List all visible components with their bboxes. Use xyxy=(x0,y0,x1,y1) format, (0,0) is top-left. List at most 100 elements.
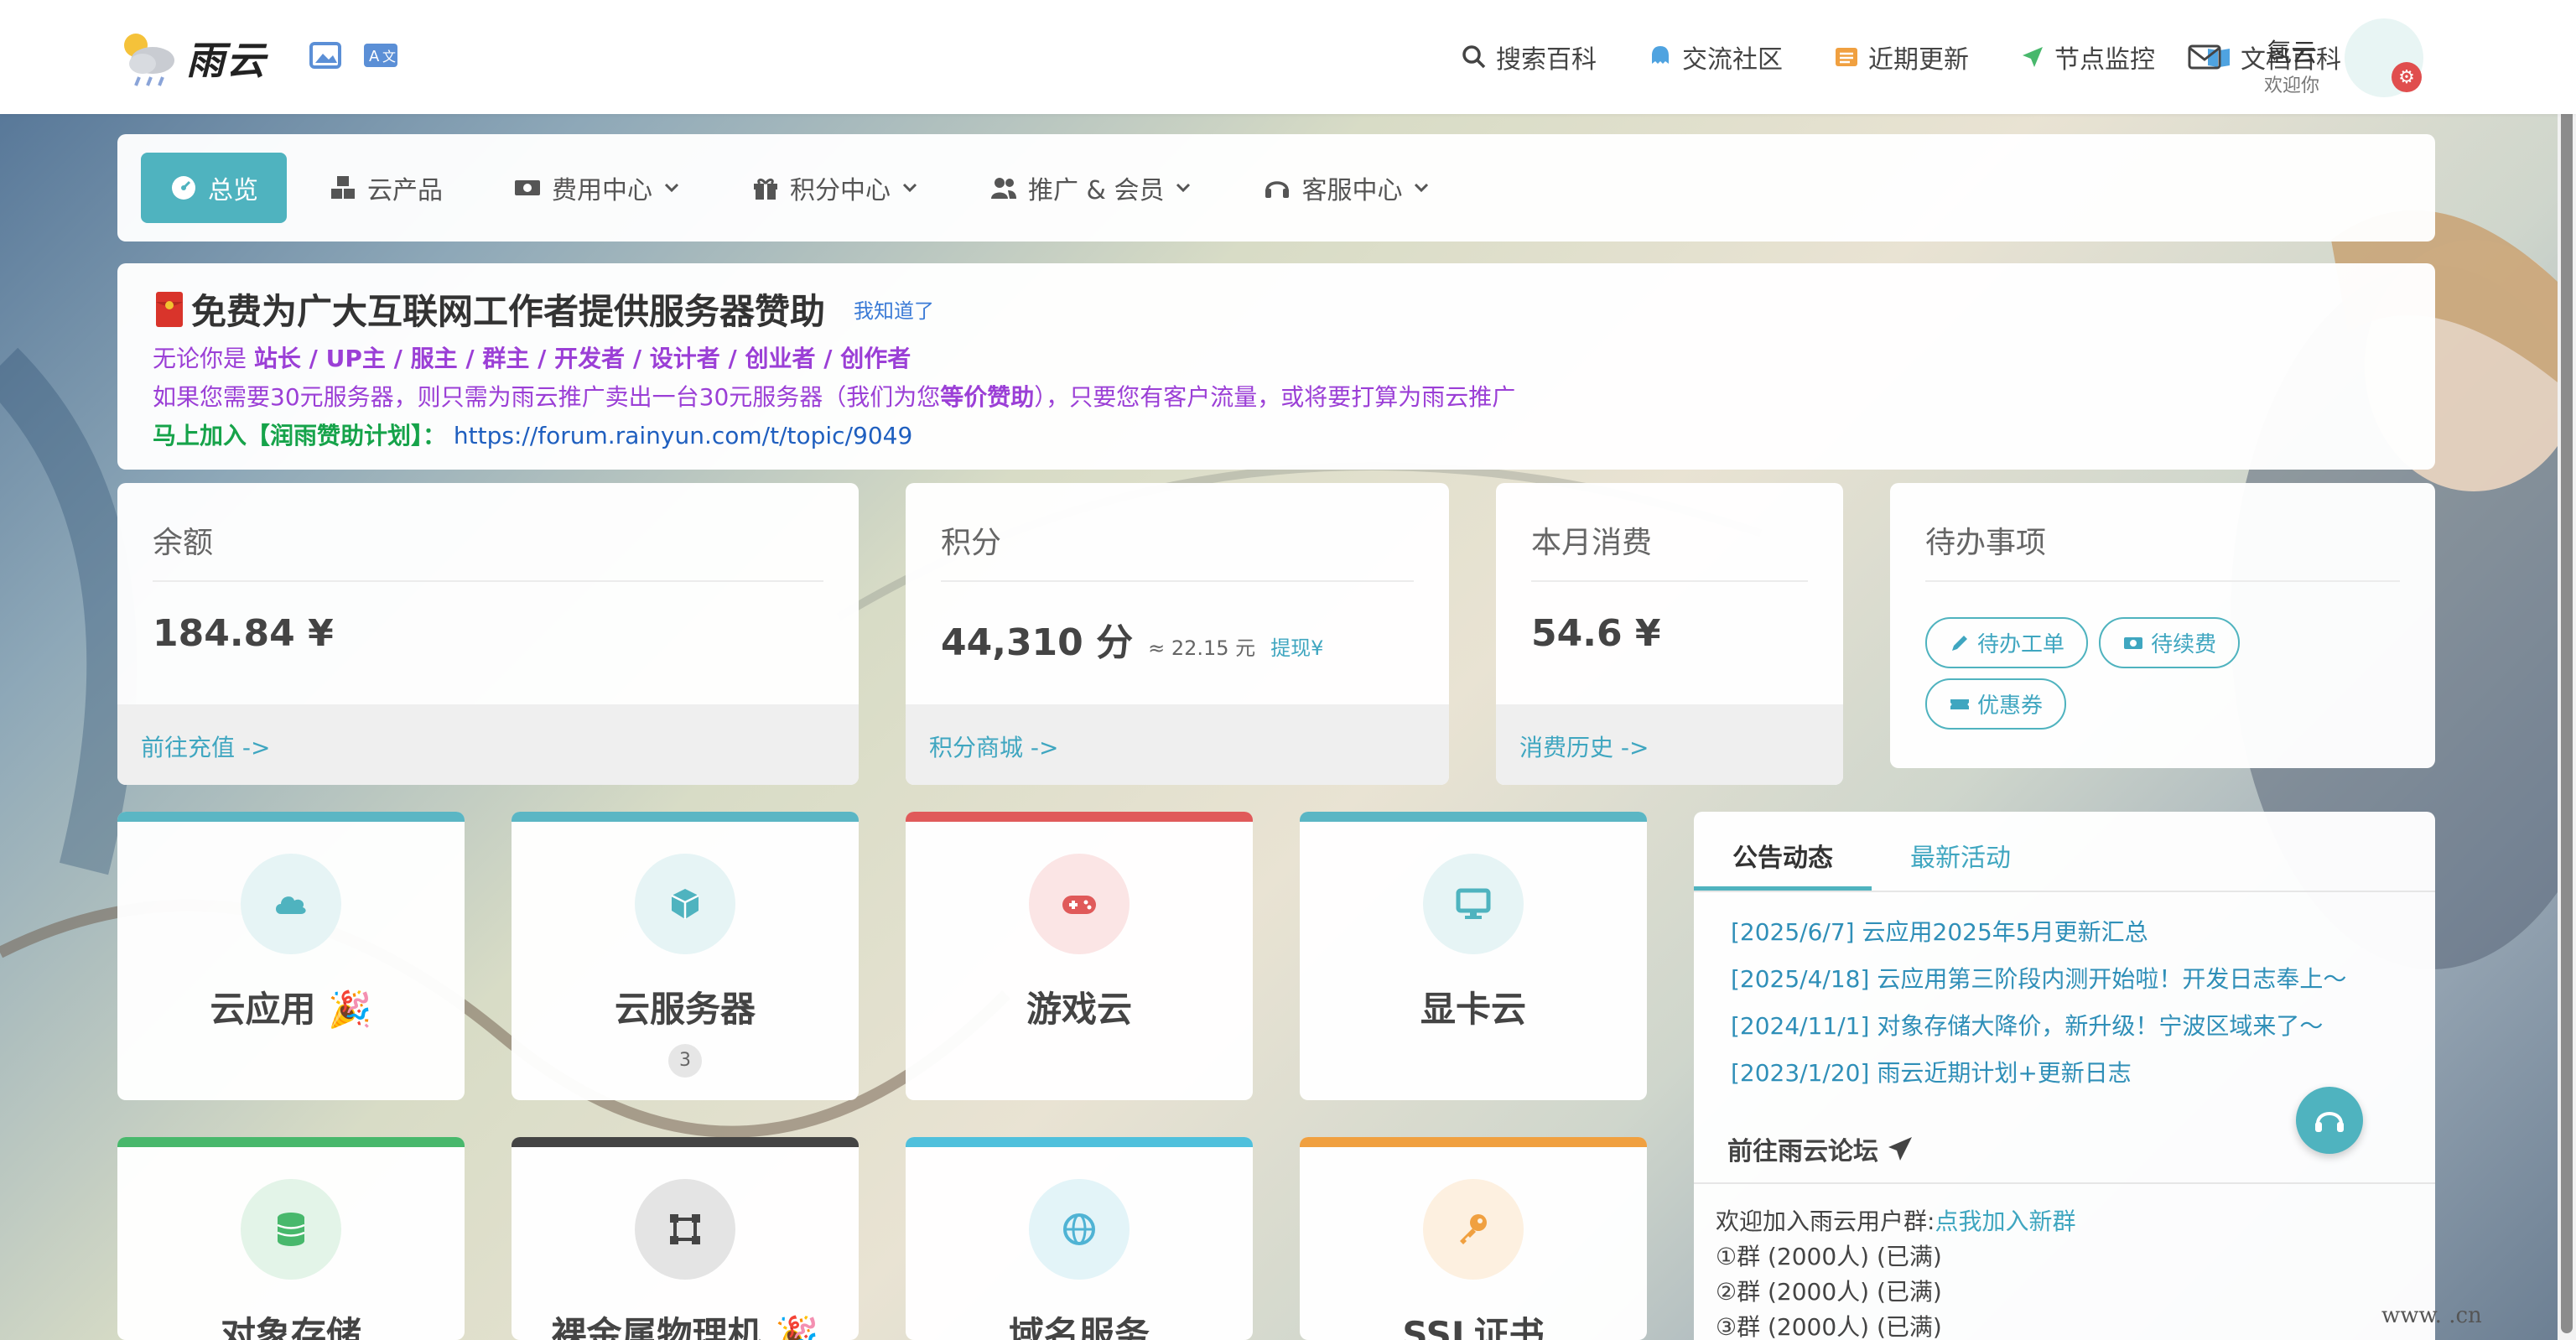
notice-join-link[interactable]: https://forum.rainyun.com/t/topic/9049 xyxy=(454,422,912,449)
tile-label: 显卡云 xyxy=(1420,989,1526,1030)
forum-link-label: 前往雨云论坛 xyxy=(1727,1137,1878,1166)
todo-renewal-button[interactable]: 待续费 xyxy=(2099,617,2241,668)
todo-pills: 待办工单 待续费 优惠券 xyxy=(1890,582,2435,740)
menu-promotion[interactable]: 推广 & 会员 xyxy=(961,153,1221,223)
gift-icon xyxy=(754,178,777,200)
tile-object-storage[interactable]: 对象存储 xyxy=(117,1137,465,1340)
group-item: ②群 (2000人) (已满) xyxy=(1716,1278,1942,1306)
tab-announcements[interactable]: 公告动态 xyxy=(1694,812,1872,891)
topnav-community[interactable]: 交流社区 xyxy=(1647,39,1783,75)
frame-icon xyxy=(635,1179,735,1280)
points-card: 积分 44,310 分 ≈ 22.15 元 提现¥ 积分商城 -> xyxy=(906,483,1449,785)
tile-game-cloud[interactable]: 游戏云 xyxy=(906,812,1253,1100)
notice-description: 如果您需要30元服务器，则只需为雨云推广卖出一台30元服务器（我们为您等价赞助）… xyxy=(153,383,2400,412)
menu-support[interactable]: 客服中心 xyxy=(1234,153,1459,223)
tile-accent xyxy=(512,812,859,822)
points-amount: 44,310 分 xyxy=(941,621,1134,664)
tile-cloud-server[interactable]: 云服务器 3 xyxy=(512,812,859,1100)
topnav-updates[interactable]: 近期更新 xyxy=(1833,39,1969,75)
paper-plane-icon xyxy=(1888,1137,1912,1161)
scrollbar-thumb[interactable] xyxy=(2561,25,2573,1333)
topnav-label: 搜索百科 xyxy=(1496,45,1597,75)
sponsor-notice: 免费为广大互联网工作者提供服务器赞助 我知道了 无论你是 站长 / UP主 / … xyxy=(117,263,2435,470)
menu-label: 推广 & 会员 xyxy=(1028,176,1165,205)
todo-coupon-button[interactable]: 优惠券 xyxy=(1925,678,2067,730)
notice-roles: 站长 / UP主 / 服主 / 群主 / 开发者 / 设计者 / 创业者 / 创… xyxy=(253,345,911,372)
news-item[interactable]: [2025/4/18] 云应用第三阶段内测开始啦！开发日志奉上～ xyxy=(1731,956,2398,1003)
todo-tickets-button[interactable]: 待办工单 xyxy=(1925,617,2089,668)
tile-accent xyxy=(512,1137,859,1147)
news-item[interactable]: [2025/6/7] 云应用2025年5月更新汇总 xyxy=(1731,909,2398,956)
translate-icon[interactable]: A文 xyxy=(362,40,399,70)
cubes-icon xyxy=(331,176,355,199)
card-title: 本月消费 xyxy=(1531,526,1653,560)
notice-ack-link[interactable]: 我知道了 xyxy=(854,294,934,324)
tile-label: 域名服务 xyxy=(1008,1314,1150,1340)
menu-label: 客服中心 xyxy=(1301,176,1403,205)
notice-roles-line: 无论你是 站长 / UP主 / 服主 / 群主 / 开发者 / 设计者 / 创业… xyxy=(153,345,2400,373)
box-icon xyxy=(635,854,735,954)
topnav-search[interactable]: 搜索百科 xyxy=(1461,39,1597,75)
menu-billing[interactable]: 费用中心 xyxy=(485,153,709,223)
tile-domain[interactable]: 域名服务 xyxy=(906,1137,1253,1340)
topnav-monitor[interactable]: 节点监控 xyxy=(2019,39,2155,75)
monthly-amount: 54.6 ¥ xyxy=(1531,612,1661,655)
tab-activities[interactable]: 最新活动 xyxy=(1872,812,2049,891)
notice-join-label: 马上加入【润雨赞助计划】： xyxy=(153,422,447,449)
menu-overview[interactable]: 总览 xyxy=(141,153,287,223)
news-item[interactable]: [2023/1/20] 雨云近期计划+更新日志 xyxy=(1731,1050,2398,1097)
tile-label: 游戏云 xyxy=(1026,989,1132,1030)
main-menu: 总览 云产品 费用中心 积分中心 推广 & 会员 客服中心 xyxy=(117,134,2435,242)
watermark: www. .cn xyxy=(2381,1303,2482,1328)
brand-logo[interactable]: 雨云 xyxy=(117,27,267,89)
tile-label: 云应用 🎉 xyxy=(117,981,465,1032)
menu-label: 费用中心 xyxy=(552,176,652,205)
cloud-icon xyxy=(241,854,341,954)
tile-gpu-cloud[interactable]: 显卡云 xyxy=(1300,812,1647,1100)
group-intro-line: 欢迎加入雨云用户群:点我加入新群 xyxy=(1716,1204,2413,1239)
headset-icon xyxy=(1265,181,1290,198)
user-groups: 欢迎加入雨云用户群:点我加入新群 ①群 (2000人) (已满) ②群 (200… xyxy=(1694,1184,2435,1340)
key-icon xyxy=(1423,1179,1524,1280)
svg-text:文: 文 xyxy=(382,49,396,65)
tile-bare-metal[interactable]: 裸金属物理机 🎉 xyxy=(512,1137,859,1340)
settings-gear-icon[interactable]: ⚙ xyxy=(2392,62,2422,92)
chat-bubble-icon xyxy=(1652,46,1669,64)
tile-accent xyxy=(1300,1137,1647,1147)
mail-button[interactable] xyxy=(2187,42,2222,72)
spend-history-link[interactable]: 消费历史 -> xyxy=(1496,704,1843,785)
news-item[interactable]: [2024/11/1] 对象存储大降价，新升级！宁波区域来了～ xyxy=(1731,1003,2398,1050)
points-mall-link[interactable]: 积分商城 -> xyxy=(906,704,1449,785)
tile-label-text: 裸金属物理机 xyxy=(551,1314,763,1340)
tile-accent xyxy=(906,812,1253,822)
group-item: ③群 (2000人) (已满) xyxy=(1716,1313,1942,1340)
money-bill-icon xyxy=(2124,636,2143,649)
card-title: 积分 xyxy=(941,526,1002,560)
support-chat-button[interactable] xyxy=(2296,1087,2363,1154)
pill-label: 待续费 xyxy=(2151,632,2217,657)
page-scrollbar[interactable] xyxy=(2558,0,2576,1340)
news-list: [2025/6/7] 云应用2025年5月更新汇总 [2025/4/18] 云应… xyxy=(1694,892,2435,1097)
menu-cloud-products[interactable]: 云产品 xyxy=(300,153,471,223)
withdraw-link[interactable]: 提现¥ xyxy=(1270,631,1323,661)
recharge-link[interactable]: 前往充值 -> xyxy=(117,704,859,785)
balance-value: 184.84 ¥ xyxy=(117,582,859,685)
pill-label: 优惠券 xyxy=(1977,693,2044,719)
image-icon[interactable] xyxy=(307,40,344,70)
party-popper-icon: 🎉 xyxy=(328,989,372,1030)
tile-cloud-app[interactable]: 云应用 🎉 xyxy=(117,812,465,1100)
user-info[interactable]: 氢云 欢迎你 xyxy=(2264,32,2319,97)
join-group-link[interactable]: 点我加入新群 xyxy=(1935,1208,2075,1235)
ticket-icon xyxy=(1950,699,1969,709)
tile-label-text: 云应用 xyxy=(210,989,316,1030)
monthly-spend-card: 本月消费 54.6 ¥ 消费历史 -> xyxy=(1496,483,1843,785)
menu-label: 云产品 xyxy=(367,176,443,205)
points-approx: ≈ 22.15 元 xyxy=(1148,636,1256,660)
menu-points[interactable]: 积分中心 xyxy=(723,153,948,223)
menu-label: 积分中心 xyxy=(790,176,891,205)
search-icon xyxy=(1462,45,1486,69)
group-item: ①群 (2000人) (已满) xyxy=(1716,1243,1942,1270)
topnav-label: 近期更新 xyxy=(1868,45,1969,75)
tile-ssl[interactable]: SSL证书 xyxy=(1300,1137,1647,1340)
notice-roles-prefix: 无论你是 xyxy=(153,345,247,372)
